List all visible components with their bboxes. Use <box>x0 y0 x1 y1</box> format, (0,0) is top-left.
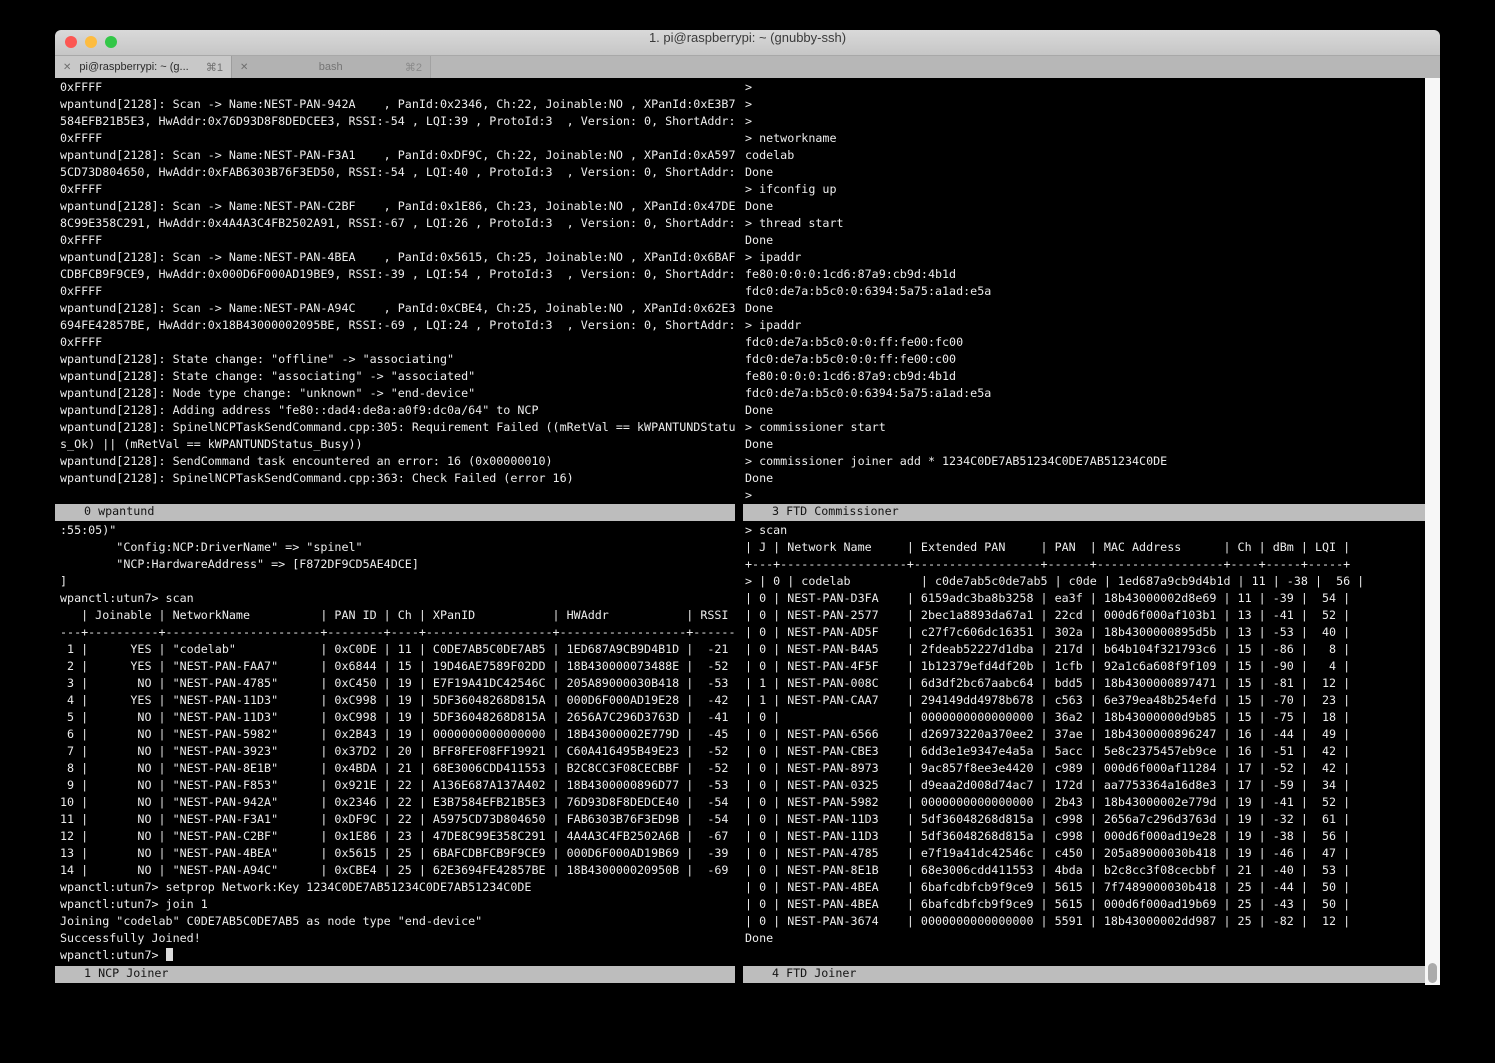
tab-close-icon[interactable]: ✕ <box>63 62 71 73</box>
tab-label: bash <box>256 61 404 73</box>
scrollbar-track[interactable] <box>1425 78 1440 985</box>
pane-ftd-joiner[interactable]: > scan | J | Network Name | Extended PAN… <box>743 521 1425 983</box>
desktop-background: 1. pi@raspberrypi: ~ (gnubby-ssh) ✕ pi@r… <box>0 0 1495 1063</box>
wpanctl-cli-text: :55:05)" "Config:NCP:DriverName" => "spi… <box>55 521 735 947</box>
pane-ftd-commissioner[interactable]: > > > > networkname codelab Done > ifcon… <box>743 78 1425 521</box>
iterm-window: 1. pi@raspberrypi: ~ (gnubby-ssh) ✕ pi@r… <box>55 30 1440 991</box>
wpantund-log-text: 0xFFFF wpantund[2128]: Scan -> Name:NEST… <box>55 78 735 487</box>
pane-wpantund[interactable]: 0xFFFF wpantund[2128]: Scan -> Name:NEST… <box>55 78 735 521</box>
terminal-area: 0xFFFF wpantund[2128]: Scan -> Name:NEST… <box>55 78 1440 991</box>
prompt-text: wpanctl:utun7> <box>60 948 166 962</box>
window-title: 1. pi@raspberrypi: ~ (gnubby-ssh) <box>55 30 1440 55</box>
pane-status-wpantund[interactable]: 0 wpantund <box>55 504 735 521</box>
tab-bar: ✕ pi@raspberrypi: ~ (g... ⌘1 ✕ bash ⌘2 <box>55 56 1440 78</box>
tab-shortcut: ⌘1 <box>206 61 223 74</box>
commissioner-cli-text: > > > > networkname codelab Done > ifcon… <box>743 78 1425 504</box>
pane-status-ncp-joiner[interactable]: 1 NCP Joiner <box>55 966 735 983</box>
pane-ncp-joiner[interactable]: :55:05)" "Config:NCP:DriverName" => "spi… <box>55 521 735 983</box>
text-cursor <box>166 948 173 961</box>
shell-prompt-line[interactable]: wpanctl:utun7> <box>55 947 735 964</box>
pane-status-ftd-joiner[interactable]: 4 FTD Joiner <box>743 966 1425 983</box>
tab-label: pi@raspberrypi: ~ (g... <box>79 61 188 73</box>
tab-bash[interactable]: ✕ bash ⌘2 <box>232 56 431 78</box>
pane-status-ftd-commissioner[interactable]: 3 FTD Commissioner <box>743 504 1425 521</box>
window-titlebar[interactable]: 1. pi@raspberrypi: ~ (gnubby-ssh) <box>55 30 1440 56</box>
joiner-cli-text: > scan | J | Network Name | Extended PAN… <box>743 521 1425 947</box>
tab-close-icon[interactable]: ✕ <box>240 62 248 73</box>
scrollbar-thumb[interactable] <box>1428 963 1437 983</box>
tab-shortcut: ⌘2 <box>405 61 422 74</box>
tab-ssh-session[interactable]: ✕ pi@raspberrypi: ~ (g... ⌘1 <box>55 56 232 78</box>
